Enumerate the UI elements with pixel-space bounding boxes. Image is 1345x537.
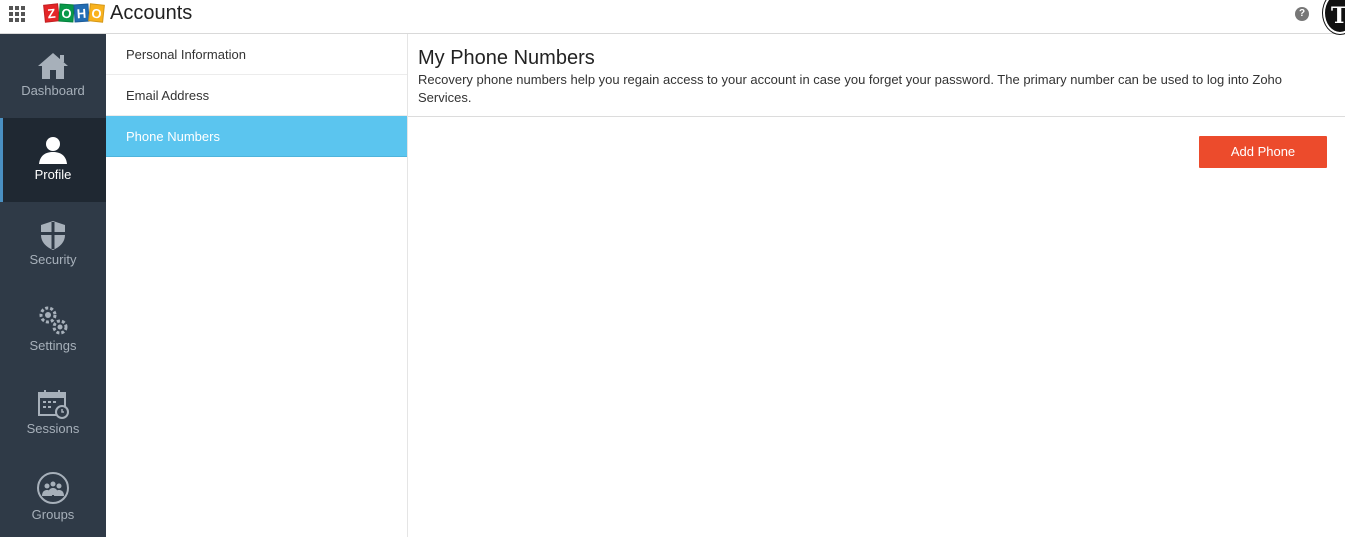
user-icon bbox=[39, 137, 67, 164]
main-content: My Phone Numbers Recovery phone numbers … bbox=[408, 34, 1345, 537]
nav-label: Sessions bbox=[26, 421, 80, 436]
nav-item-dashboard[interactable]: Dashboard bbox=[0, 34, 106, 118]
nav-item-profile[interactable]: Profile bbox=[0, 118, 106, 202]
submenu-item-phone-numbers[interactable]: Phone Numbers bbox=[106, 116, 407, 157]
logo-letter: O bbox=[58, 3, 75, 23]
submenu-item-personal-information[interactable]: Personal Information bbox=[106, 34, 407, 75]
home-icon bbox=[38, 53, 68, 79]
app-grid-icon[interactable] bbox=[9, 6, 25, 22]
nav-label: Security bbox=[29, 252, 77, 267]
nav-item-settings[interactable]: Settings bbox=[0, 288, 106, 372]
left-nav: Dashboard Profile Security Settings Sess… bbox=[0, 34, 106, 537]
page-description: Recovery phone numbers help you regain a… bbox=[418, 72, 1283, 105]
avatar[interactable]: T bbox=[1323, 0, 1345, 34]
submenu-item-email-address[interactable]: Email Address bbox=[106, 75, 407, 116]
logo-letter: Z bbox=[43, 3, 60, 23]
profile-submenu: Personal Information Email Address Phone… bbox=[106, 34, 408, 537]
nav-label: Settings bbox=[29, 338, 77, 353]
top-bar: Z O H O Accounts ? T bbox=[0, 0, 1345, 34]
divider bbox=[408, 116, 1345, 117]
add-phone-button[interactable]: Add Phone bbox=[1199, 136, 1327, 168]
shield-icon bbox=[41, 221, 65, 250]
group-icon bbox=[37, 472, 69, 504]
nav-label: Groups bbox=[31, 507, 75, 522]
nav-item-security[interactable]: Security bbox=[0, 203, 106, 287]
logo-letter: O bbox=[88, 3, 105, 23]
gears-icon bbox=[39, 306, 68, 335]
nav-item-groups[interactable]: Groups bbox=[0, 456, 106, 537]
nav-label: Dashboard bbox=[21, 83, 85, 98]
zoho-logo[interactable]: Z O H O bbox=[43, 3, 105, 23]
help-icon[interactable]: ? bbox=[1295, 7, 1309, 21]
calendar-clock-icon bbox=[38, 390, 69, 419]
nav-item-sessions[interactable]: Sessions bbox=[0, 372, 106, 456]
app-title: Accounts bbox=[110, 2, 193, 24]
nav-label: Profile bbox=[34, 167, 72, 182]
page-title: My Phone Numbers bbox=[418, 47, 595, 69]
